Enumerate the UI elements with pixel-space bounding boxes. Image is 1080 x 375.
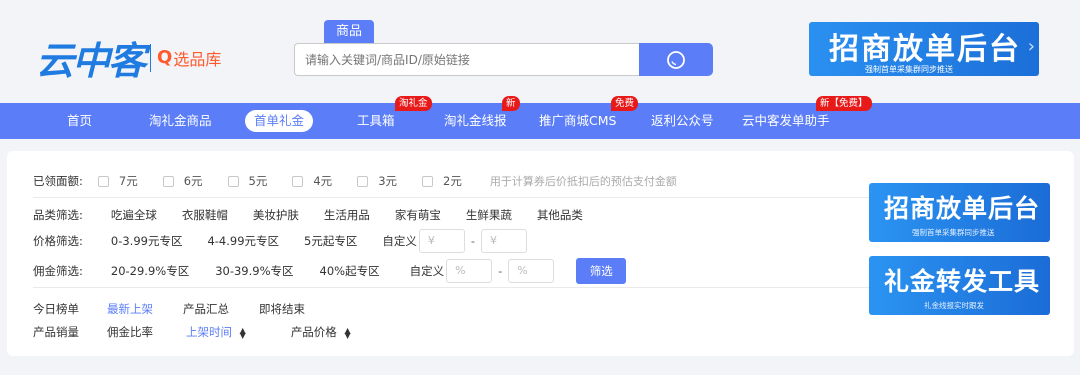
promo-subtitle: 强制首单采集群同步推送 [865, 65, 953, 74]
commission-option[interactable]: 40%起专区 [320, 263, 380, 279]
checkbox[interactable] [227, 175, 239, 187]
price-max-input[interactable]: ¥ [481, 229, 528, 253]
price-option[interactable]: 0-3.99元专区 [111, 233, 183, 249]
side-banner-title: 礼金转发工具 [884, 267, 1041, 296]
category-option[interactable]: 美妆护肤 [253, 207, 299, 223]
price-custom-label: 自定义 [382, 234, 417, 248]
coupon-row: 已领面额: 7元 6元 5元 4元 3元 2元 用于计算券后价抵扣后的预估支付金… [33, 173, 677, 189]
tabs-row: 今日榜单 最新上架 产品汇总 即将结束 [33, 301, 305, 317]
range-dash: - [498, 264, 503, 278]
price-option[interactable]: 4-4.99元专区 [207, 233, 279, 249]
side-banner-gift-tool[interactable]: 礼金转发工具 礼金线报实时跟发 [869, 256, 1050, 315]
tab-summary[interactable]: 产品汇总 [183, 301, 229, 317]
price-min-input[interactable]: ¥ [418, 229, 465, 253]
coupon-option[interactable]: 6元 [162, 173, 203, 189]
commission-row: 佣金筛选: 20-29.9%专区 30-39.9%专区 40%起专区 自定义 %… [33, 258, 627, 284]
commission-max-input[interactable]: % [508, 259, 555, 283]
category-option[interactable]: 其他品类 [537, 207, 583, 223]
sort-commission[interactable]: 佣金比率 [107, 324, 153, 340]
range-dash: - [470, 234, 476, 248]
tab-ending-soon[interactable]: 即将结束 [259, 301, 305, 317]
promo-title: 招商放单后台 [829, 32, 1021, 67]
side-banner-merchant[interactable]: 招商放单后台 强制首单采集群同步推送 [869, 183, 1050, 242]
sort-sales[interactable]: 产品销量 [33, 324, 79, 340]
sort-price[interactable]: 产品价格 ▲ ▼ [291, 324, 351, 340]
sort-label: 上架时间 [186, 325, 232, 339]
tab-newest[interactable]: 最新上架 [107, 301, 153, 317]
sort-arrows-icon: ▲ ▼ [239, 325, 246, 340]
search-input[interactable] [294, 43, 640, 76]
commission-custom-label: 自定义 [409, 264, 445, 278]
commission-option[interactable]: 30-39.9%专区 [215, 263, 293, 279]
nav-item-label: 推广商城CMS [539, 113, 617, 128]
nav-badge: 新 [502, 96, 520, 111]
filter-button[interactable]: 筛选 [576, 258, 627, 284]
coupon-option[interactable]: 3元 [357, 173, 397, 189]
nav-item-home[interactable]: 首页 [67, 103, 92, 139]
sort-arrows-icon: ▲ ▼ [344, 325, 351, 340]
checkbox[interactable] [97, 175, 109, 187]
checkbox[interactable] [357, 175, 369, 187]
search-icon [667, 50, 685, 69]
nav-item-label: 工具箱 [357, 113, 395, 128]
commission-option[interactable]: 20-29.9%专区 [111, 263, 189, 279]
price-option[interactable]: 5元起专区 [304, 233, 357, 249]
logo-q-icon: Q [157, 47, 173, 68]
main-nav: 首页 淘礼金商品 首单礼金 工具箱 淘礼金 淘礼金线报 新 推广商城CMS 免费… [0, 96, 1080, 139]
category-row: 品类筛选: 吃遍全球 衣服鞋帽 美妆护肤 生活用品 家有萌宝 生鲜果蔬 其他品类 [33, 207, 583, 223]
checkbox[interactable] [162, 175, 174, 187]
nav-item-cms[interactable]: 推广商城CMS 免费 [539, 96, 639, 139]
header: 云中客 Q 选品库 商品 招商放单后台 强制首单采集群同步推送 › [0, 0, 1080, 103]
chevron-right-icon: › [1027, 36, 1035, 57]
checkbox[interactable] [292, 175, 304, 187]
category-option[interactable]: 吃遍全球 [111, 207, 157, 223]
nav-item-toolbox[interactable]: 工具箱 淘礼金 [357, 96, 432, 139]
sort-row: 产品销量 佣金比率 上架时间 ▲ ▼ 产品价格 ▲ ▼ [33, 324, 351, 340]
nav-item-label: 云中客发单助手 [742, 113, 830, 128]
nav-item-taolijin-news[interactable]: 淘礼金线报 新 [444, 96, 520, 139]
search-tab-goods[interactable]: 商品 [324, 20, 374, 44]
nav-item-rebate-account[interactable]: 返利公众号 [651, 103, 714, 139]
nav-item-taolijin-goods[interactable]: 淘礼金商品 [149, 103, 212, 139]
tab-today-ranking[interactable]: 今日榜单 [33, 301, 79, 317]
coupon-option[interactable]: 4元 [292, 173, 332, 189]
nav-badge: 新【免费】 [816, 96, 872, 111]
category-option[interactable]: 家有萌宝 [395, 207, 441, 223]
filter-panel: 已领面额: 7元 6元 5元 4元 3元 2元 用于计算券后价抵扣后的预估支付金… [7, 151, 1074, 356]
logo-main-text: 云中客 [36, 38, 146, 83]
sort-label: 产品价格 [290, 325, 337, 339]
category-option[interactable]: 衣服鞋帽 [182, 207, 228, 223]
coupon-option[interactable]: 2元 [422, 173, 462, 189]
category-label: 品类筛选: [33, 208, 83, 222]
coupon-option[interactable]: 5元 [227, 173, 267, 189]
side-banner-subtitle: 礼金线报实时跟发 [924, 301, 984, 310]
category-option[interactable]: 生鲜果蔬 [466, 207, 512, 223]
side-banner-title: 招商放单后台 [884, 194, 1041, 223]
nav-item-assistant[interactable]: 云中客发单助手 新【免费】 [742, 96, 872, 139]
coupon-option[interactable]: 7元 [97, 173, 138, 189]
coupon-hint: 用于计算券后价抵扣后的预估支付金额 [489, 175, 677, 188]
nav-item-first-order-gift[interactable]: 首单礼金 [245, 110, 314, 132]
sort-listing-time[interactable]: 上架时间 ▲ ▼ [186, 324, 246, 340]
coupon-label: 已领面额: [33, 174, 83, 188]
nav-badge: 免费 [611, 96, 639, 111]
side-banner-subtitle: 强制首单采集群同步推送 [912, 228, 995, 237]
logo-divider [150, 43, 152, 72]
commission-label: 佣金筛选: [33, 264, 83, 278]
nav-badge: 淘礼金 [395, 96, 432, 111]
search-button[interactable] [639, 43, 713, 76]
checkbox[interactable] [422, 175, 434, 187]
logo[interactable]: 云中客 Q 选品库 [36, 30, 221, 85]
price-row: 价格筛选: 0-3.99元专区 4-4.99元专区 5元起专区 自定义 ¥ - … [33, 229, 528, 253]
commission-min-input[interactable]: % [446, 259, 493, 283]
price-label: 价格筛选: [33, 234, 83, 248]
promo-banner-top[interactable]: 招商放单后台 强制首单采集群同步推送 › [809, 22, 1039, 76]
logo-sub-text: 选品库 [173, 49, 222, 69]
nav-item-label: 淘礼金线报 [444, 113, 507, 128]
category-option[interactable]: 生活用品 [324, 207, 370, 223]
